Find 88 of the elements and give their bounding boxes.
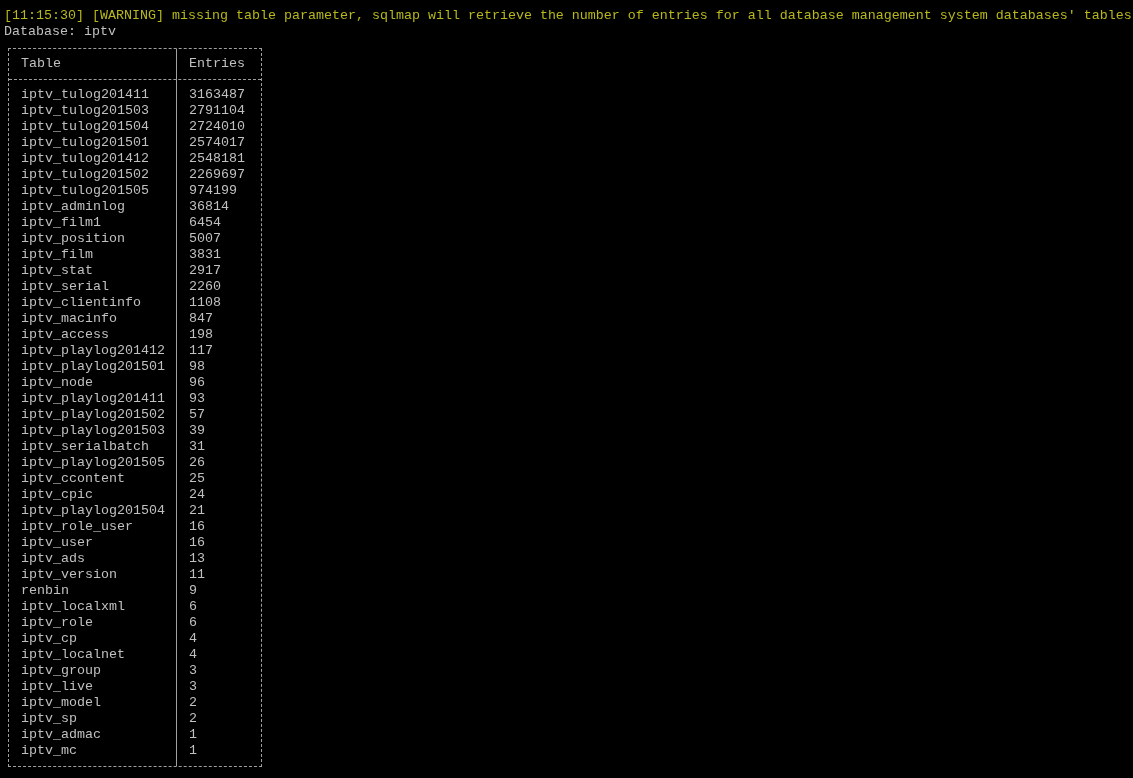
table-cell-text: renbin (20, 583, 70, 599)
table-cell-text: 6 (188, 615, 197, 631)
table-cell-text: iptv_ads (20, 551, 86, 567)
table-cell-text: iptv_sp (20, 711, 78, 727)
table-cell-text: 198 (188, 327, 213, 343)
table-cell-text: iptv_playlog201411 (20, 391, 166, 407)
table-cell-text: 31 (188, 439, 205, 455)
table-cell-text: 2917 (188, 263, 221, 279)
table-cell-text: 1108 (188, 295, 221, 311)
table-cell-text: iptv_cpic (20, 487, 94, 503)
table-cell-text: iptv_playlog201412 (20, 343, 166, 359)
table-cell-text: iptv_stat (20, 263, 94, 279)
column-header: Table (20, 56, 62, 72)
warning-message: [11:15:30] [WARNING] missing table parameter, sqlmap will retrieve the number of entries for all database management system databases' tables (4, 8, 1132, 24)
table-cell-text: 16 (188, 519, 205, 535)
table-cell-text: iptv_live (20, 679, 94, 695)
table-cell-text: 36814 (188, 199, 229, 215)
table-cell-text: 21 (188, 503, 205, 519)
table-cell-text: iptv_tulog201411 (20, 87, 150, 103)
table-cell-text: iptv_tulog201412 (20, 151, 150, 167)
table-cell-text: iptv_tulog201504 (20, 119, 150, 135)
table-cell-text: 4 (188, 631, 197, 647)
table-cell-text: iptv_cp (20, 631, 78, 647)
table-cell-text: iptv_film1 (20, 215, 102, 231)
table-cell-text: iptv_node (20, 375, 94, 391)
table-cell-text: 26 (188, 455, 205, 471)
table-cell-text: iptv_tulog201503 (20, 103, 150, 119)
database-line: Database: iptv (4, 24, 116, 40)
table-cell-text: iptv_playlog201505 (20, 455, 166, 471)
table-cell-text: 25 (188, 471, 205, 487)
table-cell-text: 11 (188, 567, 205, 583)
table-cell-text: 6 (188, 599, 197, 615)
column-header: Entries (188, 56, 245, 72)
table-cell-text: 93 (188, 391, 205, 407)
table-cell-text: iptv_macinfo (20, 311, 118, 327)
table-cell-text: iptv_serialbatch (20, 439, 150, 455)
table-cell-text: iptv_playlog201504 (20, 503, 166, 519)
table-cell-text: 3831 (188, 247, 221, 263)
table-cell-text: 5007 (188, 231, 221, 247)
table-cell-text: 847 (188, 311, 213, 327)
table-cell-text: 3163487 (188, 87, 245, 103)
table-cell-text: 4 (188, 647, 197, 663)
table-cell-text: 2 (188, 695, 197, 711)
table-cell-text: 3 (188, 663, 197, 679)
table-cell-text: 16 (188, 535, 205, 551)
table-cell-text: iptv_playlog201502 (20, 407, 166, 423)
table-cell-text: 96 (188, 375, 205, 391)
table-cell-text: iptv_playlog201501 (20, 359, 166, 375)
table-cell-text: iptv_clientinfo (20, 295, 142, 311)
table-cell-text: iptv_tulog201502 (20, 167, 150, 183)
table-cell-text: iptv_model (20, 695, 102, 711)
table-cell-text: iptv_version (20, 567, 118, 583)
table-cell-text: iptv_playlog201503 (20, 423, 166, 439)
table-cell-text: iptv_localxml (20, 599, 126, 615)
table-cell-text: iptv_user (20, 535, 94, 551)
table-cell-text: 2724010 (188, 119, 245, 135)
table-cell-text: iptv_access (20, 327, 110, 343)
table-cell-text: 2 (188, 711, 197, 727)
table-cell-text: 98 (188, 359, 205, 375)
table-cell-text: iptv_role (20, 615, 94, 631)
table-cell-text: iptv_tulog201501 (20, 135, 150, 151)
table-cell-text: 1 (188, 743, 197, 759)
table-cell-text: 39 (188, 423, 205, 439)
table-cell-text: 24 (188, 487, 205, 503)
table-cell-text: 974199 (188, 183, 237, 199)
table-cell-text: 13 (188, 551, 205, 567)
table-cell-text: iptv_position (20, 231, 126, 247)
table-cell-text: iptv_group (20, 663, 102, 679)
table-cell-text: iptv_admac (20, 727, 102, 743)
table-cell-text: 3 (188, 679, 197, 695)
table-cell-text: iptv_localnet (20, 647, 126, 663)
table-cell-text: 6454 (188, 215, 221, 231)
table-cell-text: iptv_role_user (20, 519, 134, 535)
table-cell-text: iptv_adminlog (20, 199, 126, 215)
table-cell-text: 1 (188, 727, 197, 743)
table-cell-text: 2574017 (188, 135, 245, 151)
table-cell-text: iptv_mc (20, 743, 78, 759)
table-cell-text: 117 (188, 343, 213, 359)
table-cell-text: 2791104 (188, 103, 245, 119)
table-cell-text: iptv_tulog201505 (20, 183, 150, 199)
table-cell-text: 9 (188, 583, 197, 599)
table-cell-text: 2548181 (188, 151, 245, 167)
table-cell-text: 57 (188, 407, 205, 423)
table-cell-text: iptv_serial (20, 279, 110, 295)
table-cell-text: 2260 (188, 279, 221, 295)
table-cell-text: iptv_film (20, 247, 94, 263)
table-cell-text: 2269697 (188, 167, 245, 183)
table-cell-text: iptv_ccontent (20, 471, 126, 487)
